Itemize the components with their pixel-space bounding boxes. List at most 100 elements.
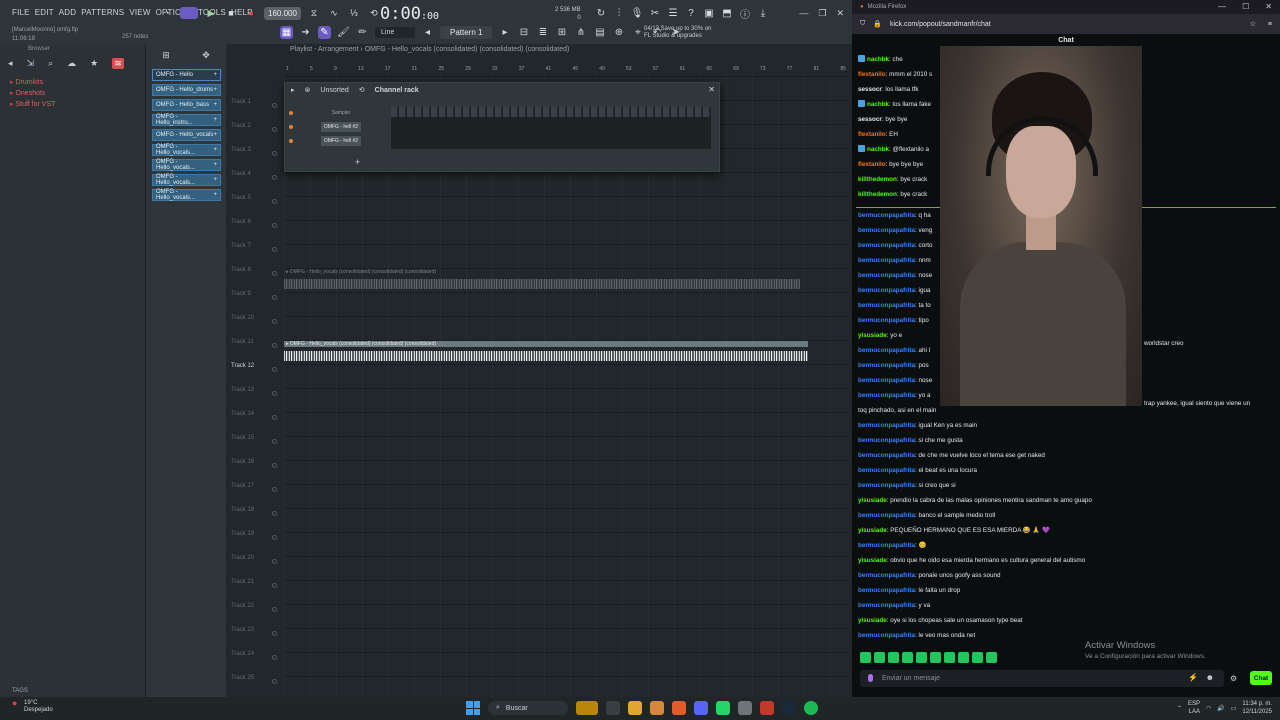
track-mute-toggle[interactable] <box>272 463 277 468</box>
chat-username[interactable]: bermuconpapafrita <box>858 542 915 549</box>
track-header[interactable]: Track 19 <box>226 531 282 555</box>
track-mute-toggle[interactable] <box>272 535 277 540</box>
audio-clip-dim[interactable]: ▸ OMFG - Hello_vocals (consolidated) (co… <box>284 269 800 291</box>
channel-rack-icon[interactable]: ≣ <box>536 26 549 39</box>
pattern-item[interactable]: OMFG - Hello + <box>152 69 221 81</box>
track-mute-toggle[interactable] <box>272 415 277 420</box>
track-header[interactable]: Track 17 <box>226 483 282 507</box>
loop-icon[interactable]: ⟲ <box>367 6 381 20</box>
emote-icon[interactable] <box>972 652 983 663</box>
track-mute-toggle[interactable] <box>272 679 277 684</box>
emote-icon[interactable] <box>874 652 885 663</box>
channel-led[interactable] <box>289 139 293 143</box>
pattern-item[interactable]: OMFG - Hello_instru... + <box>152 114 221 126</box>
arrow-left-icon[interactable]: ◂ <box>421 26 434 39</box>
download-icon[interactable]: ⤓ <box>757 7 769 19</box>
menu-item-add[interactable]: ADD <box>59 8 77 17</box>
emoji-icon[interactable]: ☻ <box>1206 673 1214 682</box>
arrow-right-small-icon[interactable]: ▸ <box>498 26 511 39</box>
chat-username[interactable]: bermuconpapafrita <box>858 422 915 429</box>
chat-username[interactable]: nachbk <box>867 56 889 63</box>
track-mute-toggle[interactable] <box>272 247 277 252</box>
track-header[interactable]: Track 7 <box>226 243 282 267</box>
emote-icon[interactable] <box>958 652 969 663</box>
rack-settings-icon[interactable]: ⊛ <box>305 86 311 94</box>
chat-username[interactable]: bermuconpapafrita <box>858 602 915 609</box>
chat-input[interactable]: Enviar un mensaje ⚡ ☻ <box>860 670 1224 687</box>
paint-icon[interactable]: 🖌 <box>337 26 350 39</box>
track-header[interactable]: Track 21 <box>226 579 282 603</box>
track-mute-toggle[interactable] <box>272 583 277 588</box>
wifi-icon[interactable]: ◠ <box>1206 705 1211 712</box>
chat-username[interactable]: bermuconpapafrita <box>858 632 915 639</box>
emote-icon[interactable] <box>930 652 941 663</box>
chat-username[interactable]: bermuconpapafrita <box>858 212 915 219</box>
pattern-item[interactable]: OMFG - Hello_bass + <box>152 99 221 111</box>
group-filter[interactable]: Unsorted <box>320 87 348 94</box>
lock-icon[interactable]: 🔒 <box>873 20 882 28</box>
track-mute-toggle[interactable] <box>272 367 277 372</box>
chat-username[interactable]: sessocr <box>858 116 882 123</box>
track-header[interactable]: Track 24 <box>226 651 282 675</box>
snap-icon[interactable]: ⧖ <box>307 6 321 20</box>
chat-username[interactable]: killthedemon <box>858 191 897 198</box>
sparkle-icon[interactable]: ⚡ <box>1188 673 1198 682</box>
timeline-ruler[interactable]: 1 5 9 13 17 21 25 29 33 37 41 45 49 53 57 61 65 69 73 77 81 8… <box>286 66 852 76</box>
task-view-icon[interactable] <box>606 701 620 715</box>
emote-icon[interactable] <box>902 652 913 663</box>
collapse-icon[interactable]: ⇲ <box>27 58 35 69</box>
url-text[interactable]: kick.com/popout/sandmanfr/chat <box>890 21 991 28</box>
mic-icon[interactable] <box>868 674 873 682</box>
track-header[interactable]: Track 15 <box>226 435 282 459</box>
calculator-icon[interactable] <box>738 701 752 715</box>
track-header[interactable]: Track 13 <box>226 387 282 411</box>
track-mute-toggle[interactable] <box>272 559 277 564</box>
chat-username[interactable]: flextanilo <box>858 131 886 138</box>
chat-username[interactable]: flextanilo <box>858 161 886 168</box>
menu-item-edit[interactable]: EDIT <box>35 8 54 17</box>
add-icon[interactable]: + <box>213 102 217 108</box>
record-button[interactable]: ● <box>244 6 258 20</box>
discord-icon[interactable] <box>694 701 708 715</box>
track-mute-toggle[interactable] <box>272 439 277 444</box>
close-icon[interactable]: ✕ <box>708 85 715 94</box>
track-header[interactable]: Track 16 <box>226 459 282 483</box>
pattern-item[interactable]: OMFG - Hello_vocals... + <box>152 144 221 156</box>
chat-username[interactable]: yisusiade <box>858 497 887 504</box>
track-mute-toggle[interactable] <box>272 151 277 156</box>
track-mute-toggle[interactable] <box>272 295 277 300</box>
plugin-icon[interactable]: ⬒ <box>721 7 733 19</box>
add-icon[interactable]: + <box>213 147 217 153</box>
menu-item-file[interactable]: FILE <box>12 8 30 17</box>
chat-username[interactable]: bermuconpapafrita <box>858 257 915 264</box>
add-channel-icon[interactable]: + <box>355 157 360 167</box>
stop-button[interactable]: ■ <box>224 6 238 20</box>
chat-username[interactable]: bermuconpapafrita <box>858 287 915 294</box>
browser-folder[interactable]: Drumkits <box>10 77 135 88</box>
chat-username[interactable]: bermuconpapafrita <box>858 302 915 309</box>
track-header[interactable]: Track 2 <box>226 123 282 147</box>
battery-icon[interactable]: ▭ <box>1231 705 1237 712</box>
track-mute-toggle[interactable] <box>272 103 277 108</box>
add-icon[interactable]: + <box>213 177 217 183</box>
chat-username[interactable]: yisusiade <box>858 557 887 564</box>
track-header[interactable]: Track 12 <box>226 363 282 387</box>
track-header[interactable]: Track 18 <box>226 507 282 531</box>
emote-icon[interactable] <box>860 652 871 663</box>
track-header[interactable]: Track 1 <box>226 99 282 123</box>
chat-username[interactable]: bermuconpapafrita <box>858 392 915 399</box>
add-icon[interactable]: + <box>213 162 217 168</box>
link-icon[interactable]: ⊕ <box>612 26 625 39</box>
gear-icon[interactable]: ⚙ <box>1230 674 1237 683</box>
snap-select[interactable]: Line <box>375 27 415 38</box>
mixer-icon[interactable]: ⫶ <box>613 7 625 19</box>
chat-username[interactable]: bermuconpapafrita <box>858 512 915 519</box>
save-icon[interactable]: ▣ <box>703 7 715 19</box>
chat-username[interactable]: bermuconpapafrita <box>858 347 915 354</box>
track-mute-toggle[interactable] <box>272 607 277 612</box>
play-button[interactable]: ▶ <box>204 6 218 20</box>
track-mute-toggle[interactable] <box>272 271 277 276</box>
emote-icon[interactable] <box>916 652 927 663</box>
track-header[interactable]: Track 11 <box>226 339 282 363</box>
track-header[interactable]: Track 22 <box>226 603 282 627</box>
